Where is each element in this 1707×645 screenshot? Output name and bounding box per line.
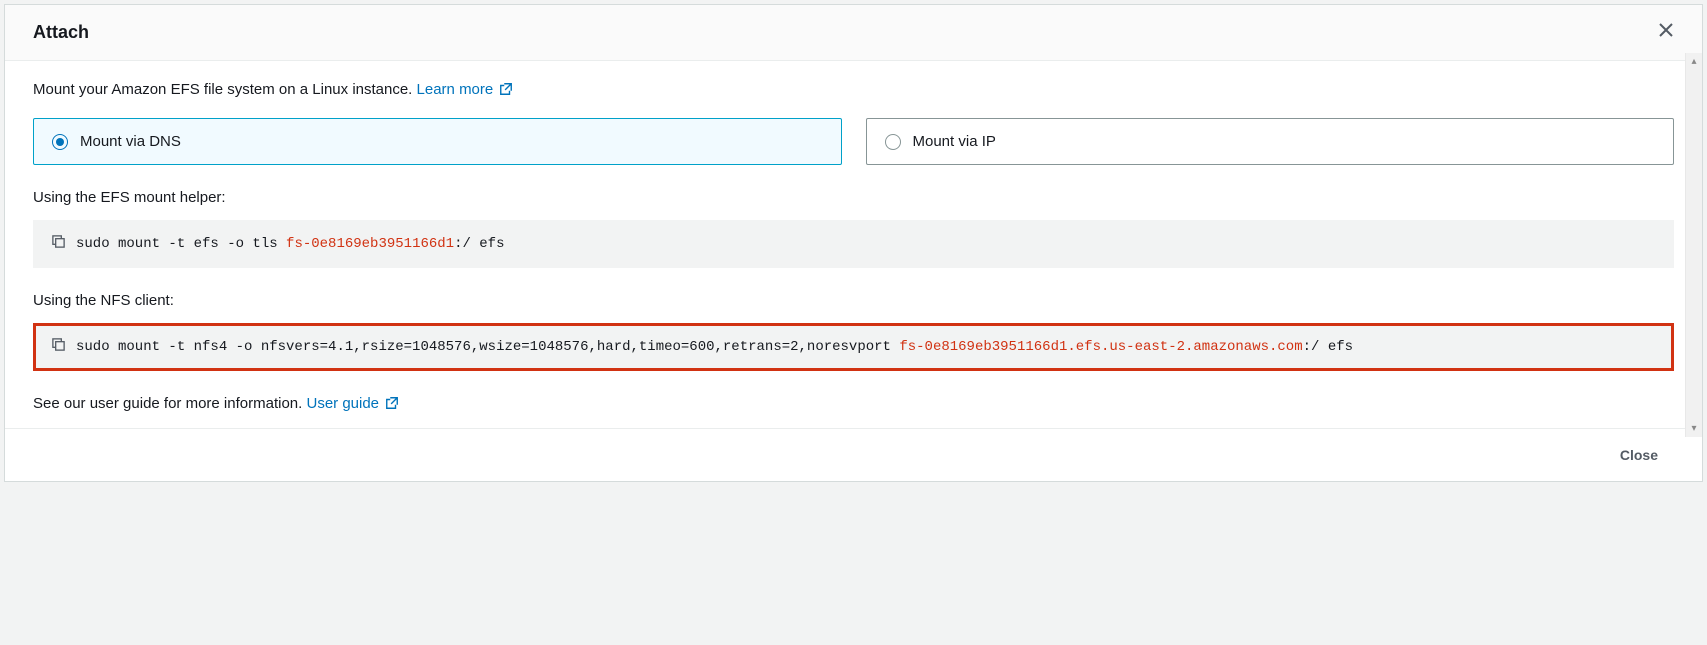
- intro-prefix: Mount your Amazon EFS file system on a L…: [33, 81, 417, 98]
- radio-ip-label: Mount via IP: [913, 133, 996, 150]
- user-guide-link[interactable]: User guide: [306, 395, 399, 412]
- cmd-suffix: :/ efs: [1303, 339, 1353, 355]
- external-link-icon: [385, 396, 399, 410]
- attach-modal: ch Attach Mount your Amazon EFS file sys…: [4, 4, 1703, 482]
- cmd-prefix: sudo mount -t nfs4 -o nfsvers=4.1,rsize=…: [76, 339, 899, 355]
- external-link-icon: [499, 82, 513, 96]
- nfs-client-command: sudo mount -t nfs4 -o nfsvers=4.1,rsize=…: [33, 323, 1674, 371]
- footer-prefix: See our user guide for more information.: [33, 395, 306, 412]
- cmd-suffix: :/ efs: [454, 236, 504, 252]
- copy-icon[interactable]: [51, 337, 66, 357]
- code-text: sudo mount -t efs -o tls fs-0e8169eb3951…: [76, 236, 505, 252]
- fs-id: fs-0e8169eb3951166d1: [286, 236, 454, 252]
- nfs-client-label: Using the NFS client:: [33, 292, 1674, 309]
- intro-text: Mount your Amazon EFS file system on a L…: [33, 81, 1674, 98]
- code-text: sudo mount -t nfs4 -o nfsvers=4.1,rsize=…: [76, 339, 1353, 355]
- modal-title: Attach: [33, 22, 89, 43]
- radio-dns-label: Mount via DNS: [80, 133, 181, 150]
- user-guide-label: User guide: [306, 395, 379, 412]
- cmd-prefix: sudo mount -t efs -o tls: [76, 236, 286, 252]
- scroll-down-arrow-icon[interactable]: ▾: [1686, 420, 1702, 437]
- radio-mount-via-dns[interactable]: Mount via DNS: [33, 118, 842, 165]
- scroll-up-arrow-icon[interactable]: ▴: [1686, 53, 1702, 70]
- close-button[interactable]: Close: [1600, 439, 1678, 471]
- scrollbar[interactable]: ▴ ▾: [1685, 53, 1702, 437]
- learn-more-label: Learn more: [417, 81, 494, 98]
- modal-footer: Close: [5, 428, 1702, 481]
- efs-helper-command: sudo mount -t efs -o tls fs-0e8169eb3951…: [33, 220, 1674, 268]
- modal-body: Mount your Amazon EFS file system on a L…: [5, 61, 1702, 428]
- learn-more-link[interactable]: Learn more: [417, 81, 514, 98]
- radio-mount-via-ip[interactable]: Mount via IP: [866, 118, 1675, 165]
- copy-icon[interactable]: [51, 234, 66, 254]
- mount-method-radio-group: Mount via DNS Mount via IP: [33, 118, 1674, 165]
- nfs-host: fs-0e8169eb3951166d1.efs.us-east-2.amazo…: [899, 339, 1302, 355]
- close-icon[interactable]: [1650, 17, 1682, 48]
- modal-header: Attach: [5, 5, 1702, 61]
- efs-helper-label: Using the EFS mount helper:: [33, 189, 1674, 206]
- radio-dot-icon: [885, 134, 901, 150]
- user-guide-text: See our user guide for more information.…: [33, 395, 1674, 412]
- radio-dot-icon: [52, 134, 68, 150]
